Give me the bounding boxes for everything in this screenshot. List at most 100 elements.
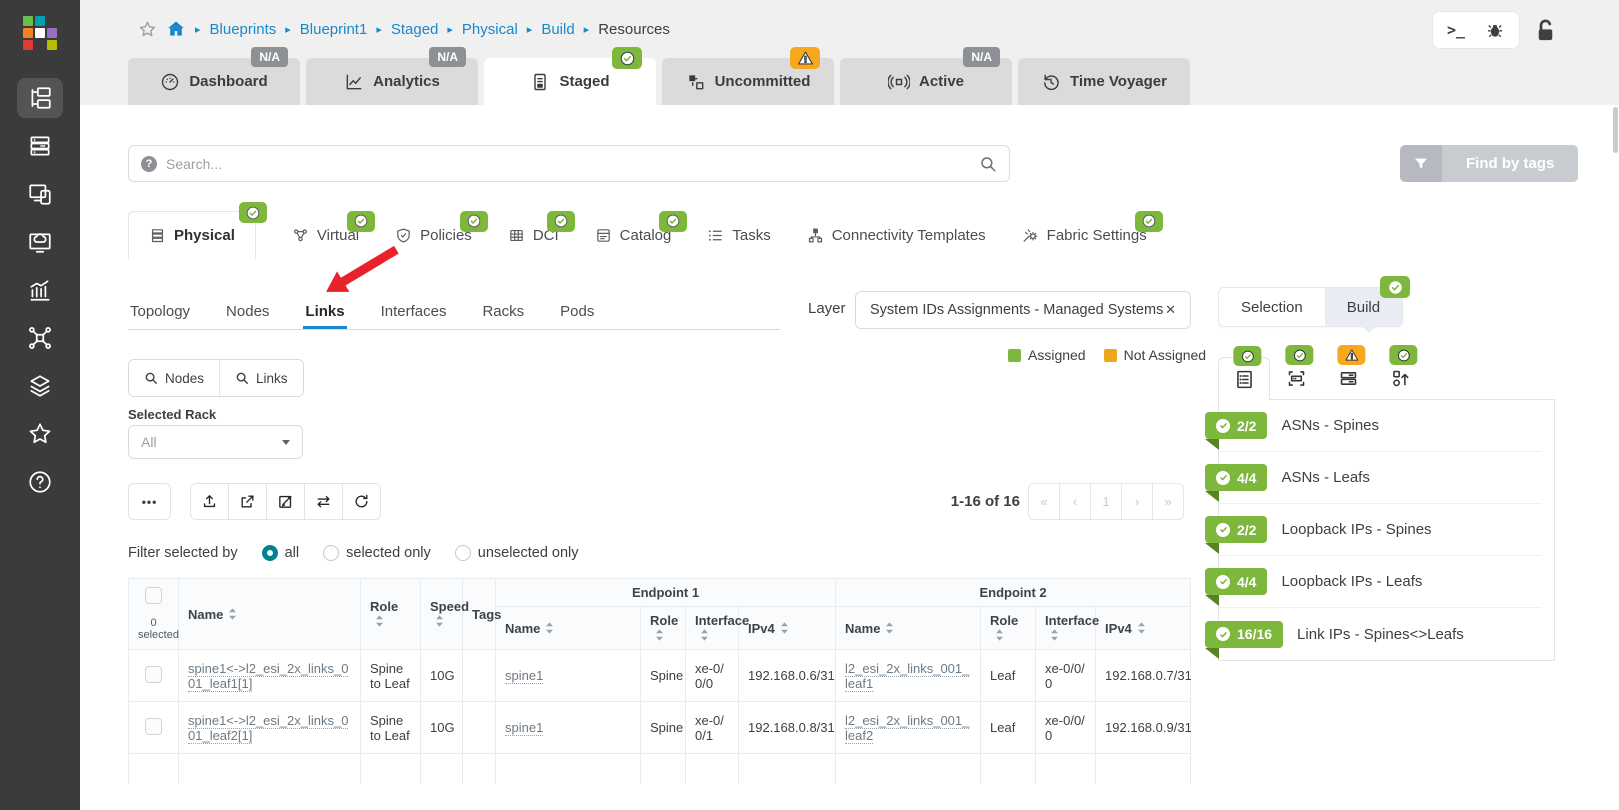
clear-layer-icon[interactable]: ✕ — [1165, 302, 1176, 318]
apstra-logo[interactable] — [23, 16, 57, 50]
radio-icon[interactable] — [323, 545, 339, 561]
ep1-name[interactable]: spine1 — [505, 720, 543, 736]
tab-tasks[interactable]: Tasks — [707, 227, 770, 244]
home-icon[interactable] — [166, 19, 186, 39]
sort-icon[interactable] — [1050, 629, 1059, 641]
tab-virtual[interactable]: Virtual — [292, 227, 359, 244]
radio-icon[interactable] — [455, 545, 471, 561]
list-item[interactable]: 4/4 ASNs - Leafs — [1219, 452, 1542, 504]
selected-rack-select[interactable]: All — [128, 425, 303, 459]
more-actions-button[interactable]: ••• — [128, 483, 171, 520]
tab-selection[interactable]: Selection — [1219, 288, 1325, 326]
tab-fabric-settings[interactable]: Fabric Settings — [1022, 227, 1147, 244]
bug-icon[interactable] — [1485, 20, 1505, 40]
col-ep2-interface[interactable]: Interface — [1036, 607, 1096, 650]
tab-interfaces[interactable]: Interfaces — [379, 295, 449, 329]
tab-deploy-modes[interactable] — [1374, 357, 1426, 400]
sidebar-item-design[interactable] — [17, 174, 63, 214]
tab-active[interactable]: Active N/A — [840, 58, 1012, 105]
tab-topology[interactable]: Topology — [128, 295, 192, 329]
list-item[interactable]: 2/2 ASNs - Spines — [1219, 400, 1542, 452]
sort-icon[interactable] — [655, 629, 664, 641]
filter-option-selected-only[interactable]: selected only — [323, 545, 431, 561]
list-item[interactable]: 2/2 Loopback IPs - Spines — [1219, 504, 1542, 556]
tab-build-list[interactable] — [1218, 357, 1270, 400]
radio-selected-icon[interactable] — [262, 545, 278, 561]
tab-dci[interactable]: DCI — [508, 227, 559, 244]
tab-links[interactable]: Links — [303, 295, 346, 329]
find-by-tags-button[interactable]: Find by tags — [1400, 145, 1578, 182]
sidebar-item-analytics[interactable] — [17, 270, 63, 310]
tab-policies[interactable]: Policies — [395, 227, 472, 244]
col-ep2-name[interactable]: Name — [836, 607, 981, 650]
tab-device-profiles[interactable] — [1270, 357, 1322, 400]
sort-icon[interactable] — [780, 622, 789, 634]
col-ep1-name[interactable]: Name — [496, 607, 641, 650]
scrollbar-thumb[interactable] — [1613, 107, 1618, 153]
search-input[interactable] — [166, 156, 970, 172]
breadcrumb-physical[interactable]: Physical — [462, 21, 518, 38]
col-role[interactable]: Role — [361, 579, 421, 650]
ep1-name[interactable]: spine1 — [505, 668, 543, 684]
tab-dashboard[interactable]: Dashboard N/A — [128, 58, 300, 105]
query-links-button[interactable]: Links — [219, 360, 303, 396]
edit-button[interactable] — [266, 483, 305, 520]
col-ep1-interface[interactable]: Interface — [686, 607, 739, 650]
sort-icon[interactable] — [375, 615, 384, 627]
import-button[interactable] — [190, 483, 229, 520]
filter-option-all[interactable]: all — [262, 545, 300, 561]
breadcrumb-blueprints[interactable]: Blueprints — [210, 21, 277, 38]
list-item[interactable]: 4/4 Loopback IPs - Leafs — [1219, 556, 1542, 608]
sidebar-item-resources[interactable] — [17, 222, 63, 262]
sidebar-item-devices[interactable] — [17, 126, 63, 166]
sort-icon[interactable] — [545, 622, 554, 634]
tab-staged[interactable]: Staged — [484, 58, 656, 105]
row-checkbox[interactable] — [145, 718, 162, 735]
tab-nodes[interactable]: Nodes — [224, 295, 271, 329]
refresh-button[interactable] — [342, 483, 381, 520]
ep2-name[interactable]: l2_esi_2x_links_001_leaf1 — [845, 661, 969, 692]
next-page-button[interactable]: › — [1121, 483, 1153, 520]
tab-build[interactable]: Build — [1325, 288, 1402, 326]
sidebar-item-external-systems[interactable] — [17, 318, 63, 358]
tab-physical[interactable]: Physical — [128, 211, 256, 259]
tab-racks[interactable]: Racks — [480, 295, 526, 329]
sort-icon[interactable] — [995, 629, 1004, 641]
filter-option-unselected-only[interactable]: unselected only — [455, 545, 579, 561]
tab-analytics[interactable]: Analytics N/A — [306, 58, 478, 105]
layer-select[interactable]: System IDs Assignments - Managed Systems… — [855, 291, 1191, 329]
first-page-button[interactable]: « — [1028, 483, 1060, 520]
select-all-checkbox[interactable] — [145, 587, 162, 604]
list-item[interactable]: 16/16 Link IPs - Spines<>Leafs — [1219, 608, 1542, 660]
sidebar-item-blueprints[interactable] — [17, 78, 63, 118]
tab-catalog[interactable]: Catalog — [595, 227, 672, 244]
tab-uncommitted[interactable]: Uncommitted — [662, 58, 834, 105]
sort-icon[interactable] — [435, 615, 444, 627]
breadcrumb-blueprint1[interactable]: Blueprint1 — [300, 21, 368, 38]
link-name[interactable]: spine1<->l2_esi_2x_links_001_leaf2[1] — [188, 713, 348, 744]
export-button[interactable] — [228, 483, 267, 520]
search-icon[interactable] — [979, 155, 997, 173]
terminal-icon[interactable]: >_ — [1447, 21, 1465, 39]
tab-pods[interactable]: Pods — [558, 295, 596, 329]
col-ep1-ipv4[interactable]: IPv4 — [739, 607, 836, 650]
sidebar-item-help[interactable] — [17, 462, 63, 502]
col-name[interactable]: Name — [179, 579, 361, 650]
last-page-button[interactable]: » — [1152, 483, 1184, 520]
prev-page-button[interactable]: ‹ — [1059, 483, 1091, 520]
col-tags[interactable]: Tags — [463, 579, 496, 650]
breadcrumb-build[interactable]: Build — [541, 21, 574, 38]
favorite-star-icon[interactable] — [138, 20, 157, 39]
breadcrumb-staged[interactable]: Staged — [391, 21, 439, 38]
link-name[interactable]: spine1<->l2_esi_2x_links_001_leaf1[1] — [188, 661, 348, 692]
row-checkbox[interactable] — [145, 666, 162, 683]
search-help-icon[interactable]: ? — [141, 156, 157, 172]
tab-connectivity-templates[interactable]: Connectivity Templates — [807, 227, 986, 244]
sort-icon[interactable] — [1137, 622, 1146, 634]
ep2-name[interactable]: l2_esi_2x_links_001_leaf2 — [845, 713, 969, 744]
page-number-button[interactable]: 1 — [1090, 483, 1122, 520]
tab-time-voyager[interactable]: Time Voyager — [1018, 58, 1190, 105]
swap-button[interactable] — [304, 483, 343, 520]
col-ep2-role[interactable]: Role — [981, 607, 1036, 650]
tab-systems[interactable] — [1322, 357, 1374, 400]
